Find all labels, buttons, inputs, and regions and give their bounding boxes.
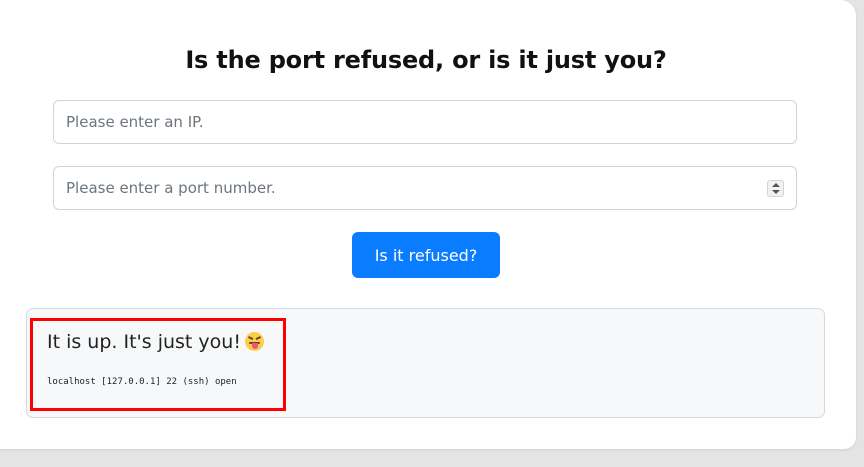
is-it-refused-button[interactable]: Is it refused? — [352, 232, 500, 278]
page-title: Is the port refused, or is it just you? — [185, 46, 667, 74]
port-field-container — [53, 166, 797, 210]
stepper-down-icon[interactable] — [772, 190, 780, 194]
ip-field-container — [53, 100, 797, 144]
port-input[interactable] — [54, 167, 796, 209]
stepper-up-icon[interactable] — [772, 183, 780, 187]
port-stepper[interactable] — [767, 180, 784, 197]
highlight-box — [30, 318, 286, 411]
ip-input[interactable] — [54, 101, 796, 143]
main-card: Is the port refused, or is it just you? … — [0, 0, 856, 449]
